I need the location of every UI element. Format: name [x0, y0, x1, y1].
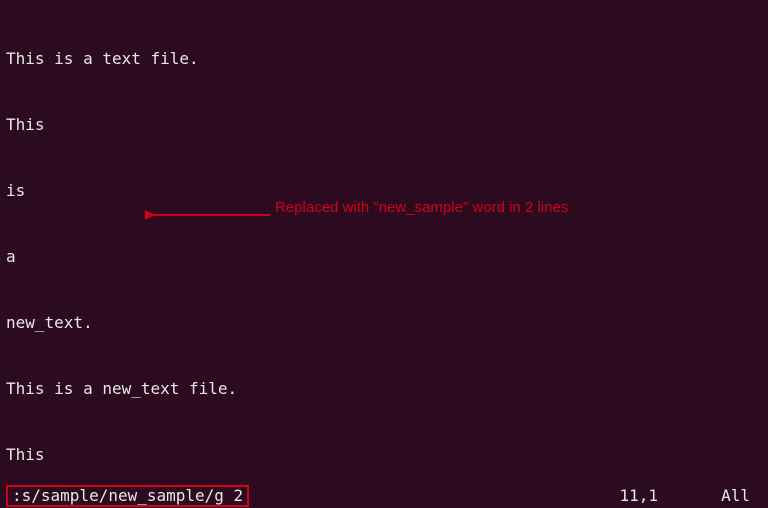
text-line: This is a text file. [6, 48, 762, 70]
status-bar: :s/sample/new_sample/g 2 11,1 All [0, 484, 768, 508]
ex-command[interactable]: :s/sample/new_sample/g 2 [12, 485, 243, 507]
text-line: This [6, 444, 762, 466]
text-line: a [6, 246, 762, 268]
text-line: This is a new_text file. [6, 378, 762, 400]
text-line: new_text. [6, 312, 762, 334]
cursor-position: 11,1 [619, 485, 658, 507]
text-line: is [6, 180, 762, 202]
command-line-highlight: :s/sample/new_sample/g 2 [6, 485, 249, 507]
scroll-indicator: All [721, 485, 750, 507]
text-line: This [6, 114, 762, 136]
editor-buffer[interactable]: This is a text file. This is a new_text.… [0, 0, 768, 508]
